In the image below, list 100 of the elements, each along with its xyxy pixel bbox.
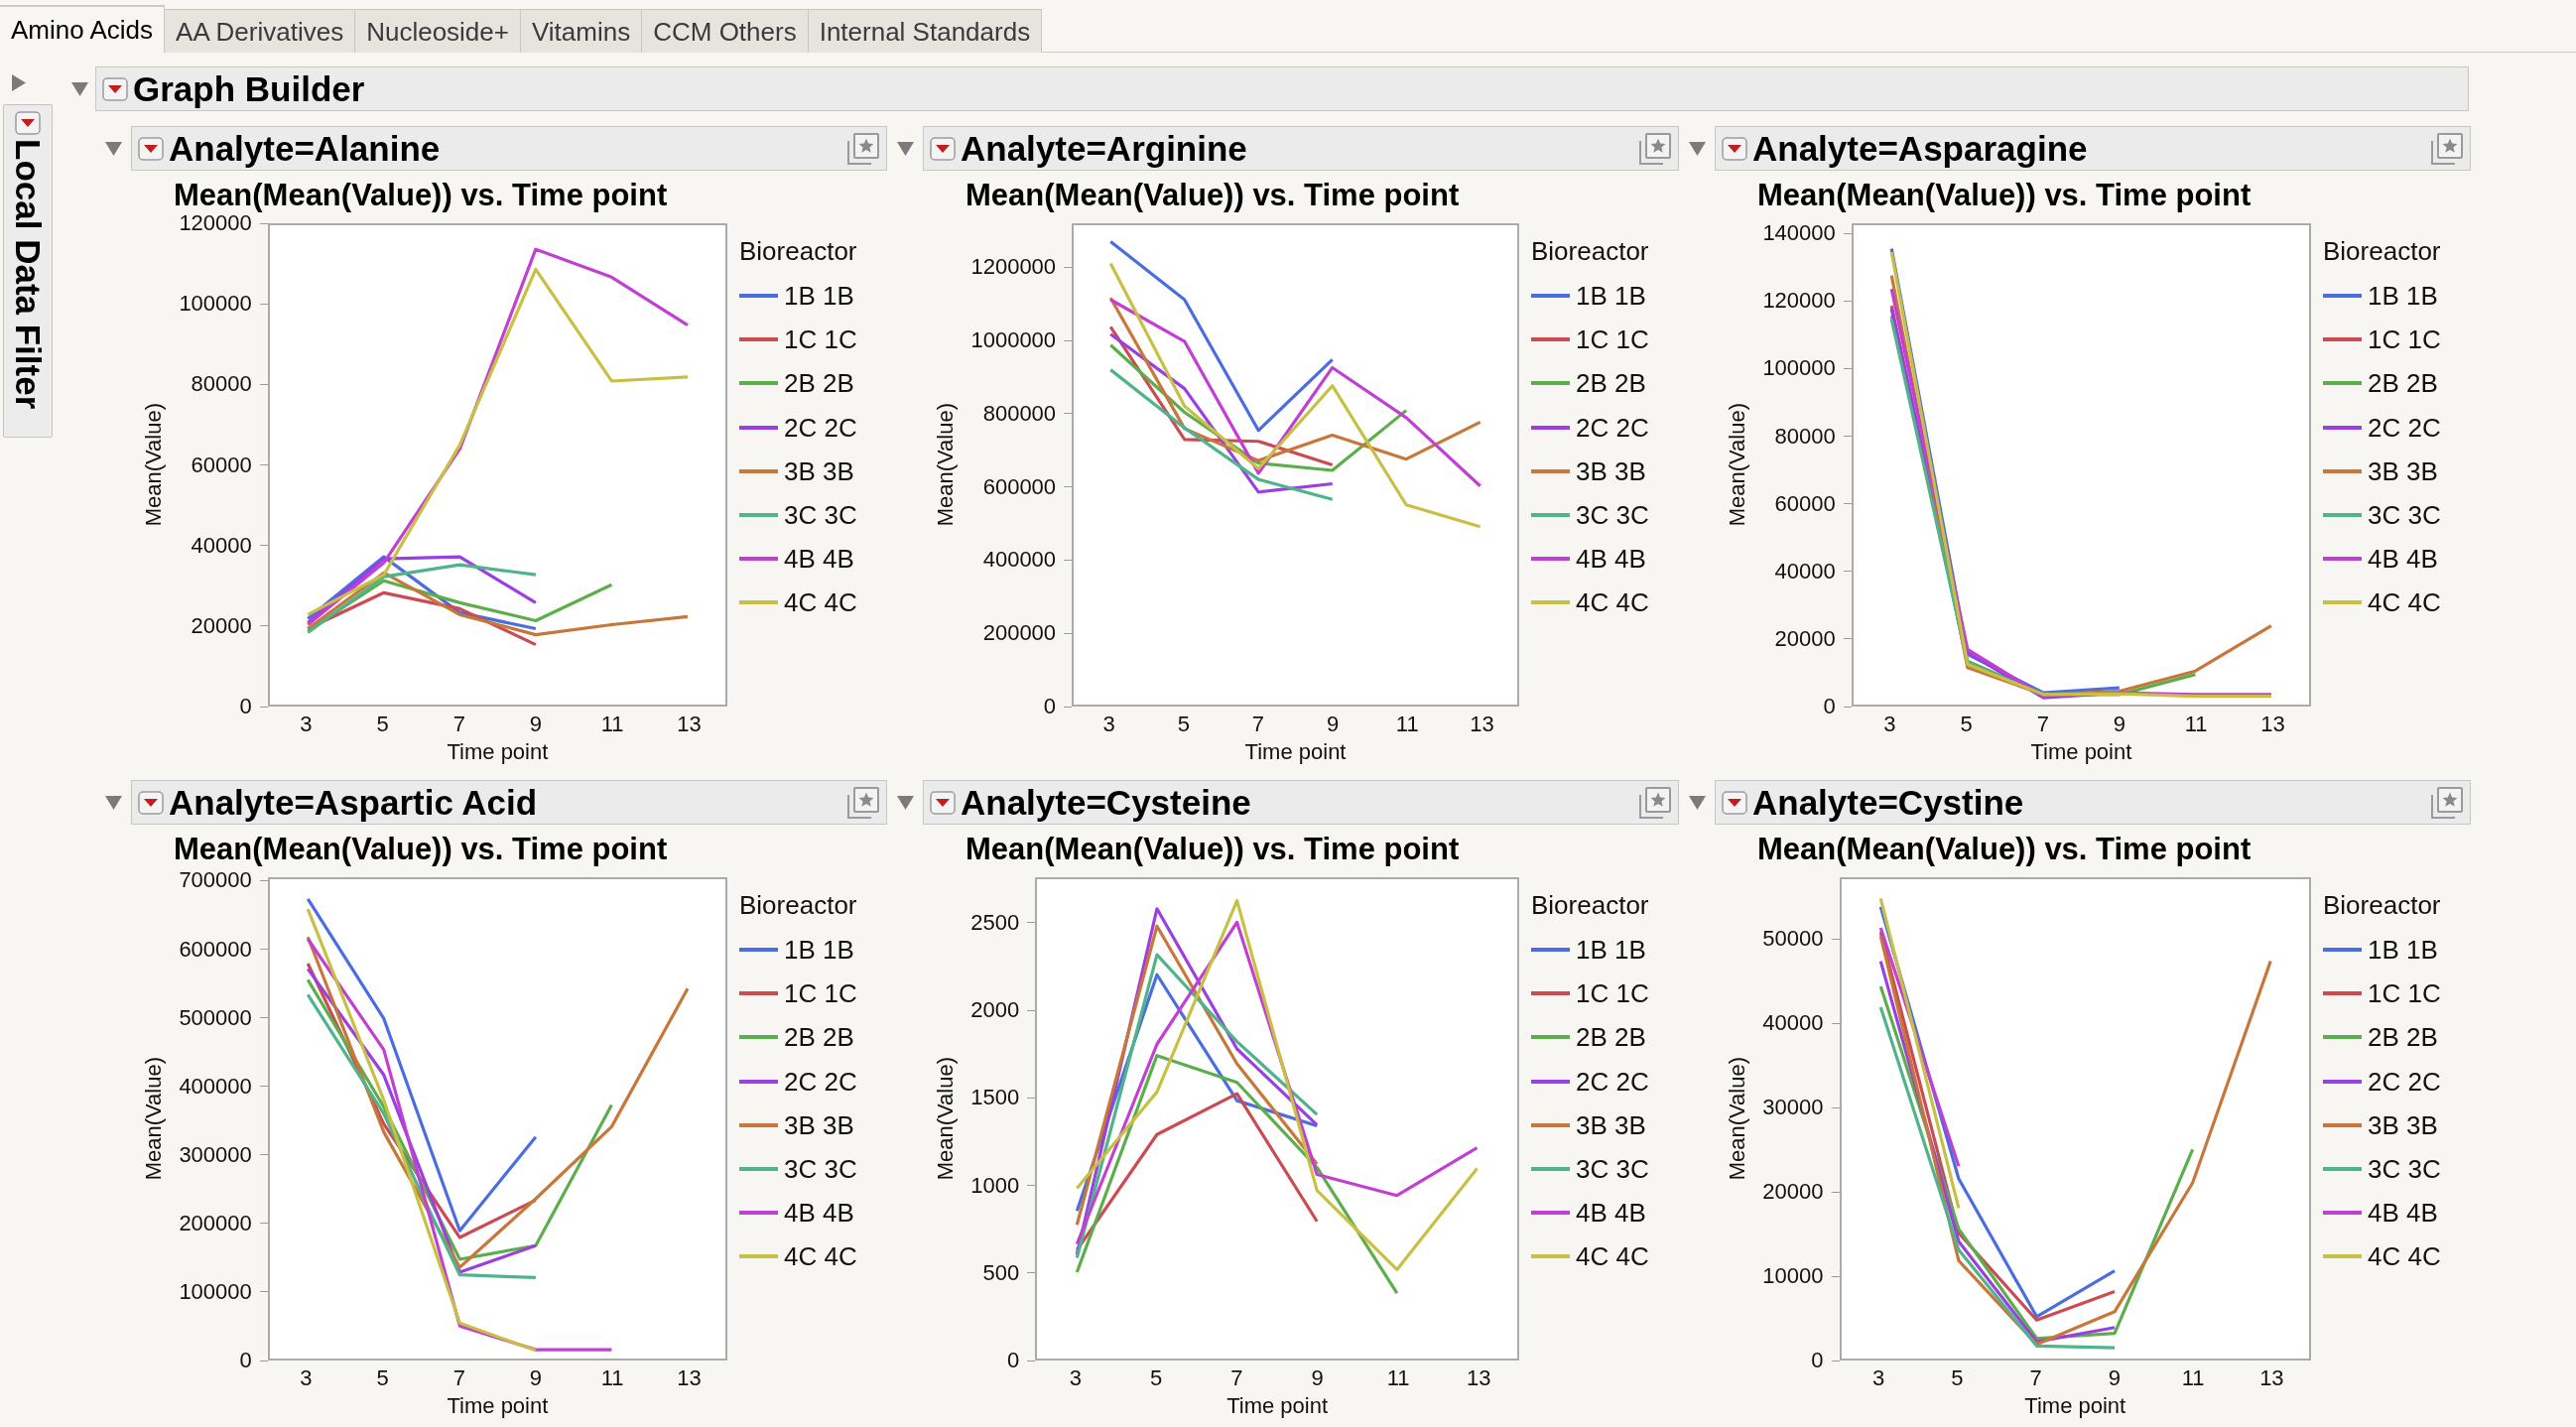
legend-label: 1B 1B xyxy=(1576,281,1646,312)
chart-title: Mean(Mean(Value)) vs. Time point xyxy=(966,180,1461,211)
x-tick-label: 3 xyxy=(1872,1365,1885,1391)
x-tick-label: 9 xyxy=(1311,1365,1324,1391)
legend-label: 3B 3B xyxy=(2368,455,2438,486)
y-tick-label: 10000 xyxy=(1762,1265,1824,1287)
legend-label: 4C 4C xyxy=(2368,1241,2441,1272)
y-tick-label: 0 xyxy=(1006,1350,1020,1371)
x-tick-label: 7 xyxy=(1230,1365,1243,1391)
legend-label: 3C 3C xyxy=(2368,500,2441,531)
y-tick-label: 20000 xyxy=(1774,627,1836,650)
x-tick-label: 3 xyxy=(1102,712,1115,737)
chart-title: Mean(Mean(Value)) vs. Time point xyxy=(1757,180,2253,211)
y-axis-title: Mean(Value) xyxy=(1727,403,1748,527)
legend-label: 3B 3B xyxy=(1576,455,1646,486)
legend-label: 1B 1B xyxy=(784,935,854,966)
y-tick-label: 40000 xyxy=(1774,560,1836,583)
x-tick-label: 13 xyxy=(1470,712,1494,737)
y-tick-label: 400000 xyxy=(179,1075,252,1098)
legend-label: 4B 4B xyxy=(2368,544,2438,575)
legend-label: 4B 4B xyxy=(1576,1198,1646,1229)
x-tick-label: 11 xyxy=(600,712,624,737)
x-axis-title: Time point xyxy=(1244,740,1347,764)
x-tick-label: 5 xyxy=(1150,1365,1163,1391)
legend-label: 2B 2B xyxy=(1576,368,1646,399)
y-tick-label: 30000 xyxy=(1762,1097,1824,1118)
legend-label: 4B 4B xyxy=(784,1198,854,1229)
x-axis-title: Time point xyxy=(447,1394,549,1418)
y-tick-label: 140000 xyxy=(1762,222,1836,245)
y-tick-label: 60000 xyxy=(191,454,252,476)
x-tick-label: 13 xyxy=(677,1365,702,1391)
chart-title: Mean(Mean(Value)) vs. Time point xyxy=(966,834,1461,865)
legend-label: 3C 3C xyxy=(1576,1154,1649,1185)
x-tick-label: 9 xyxy=(529,1365,543,1391)
x-axis-title: Time point xyxy=(2030,740,2132,764)
y-tick-label: 1000 xyxy=(970,1174,1020,1197)
legend-label: 2B 2B xyxy=(2368,368,2438,399)
x-tick-label: 3 xyxy=(300,712,313,737)
legend-label: 4C 4C xyxy=(784,1241,857,1272)
y-axis-title: Mean(Value) xyxy=(935,1057,957,1181)
legend-label: 4C 4C xyxy=(784,587,857,618)
x-tick-label: 9 xyxy=(2113,712,2126,737)
y-tick-label: 700000 xyxy=(179,869,252,892)
legend-title: Bioreactor xyxy=(1531,236,1650,266)
y-tick-label: 20000 xyxy=(1762,1181,1824,1203)
chart-title: Mean(Mean(Value)) vs. Time point xyxy=(174,180,669,211)
y-tick-label: 80000 xyxy=(1774,425,1836,448)
legend-label: 3C 3C xyxy=(784,500,857,531)
x-axis-title: Time point xyxy=(447,740,549,764)
y-tick-label: 500000 xyxy=(179,1006,252,1029)
legend-title: Bioreactor xyxy=(739,890,858,920)
x-tick-label: 5 xyxy=(1960,712,1973,737)
x-tick-label: 3 xyxy=(1069,1365,1082,1391)
y-tick-label: 40000 xyxy=(1762,1012,1824,1035)
y-tick-label: 600000 xyxy=(982,475,1057,498)
y-tick-label: 50000 xyxy=(1762,928,1824,951)
x-tick-label: 11 xyxy=(600,1365,624,1391)
x-tick-label: 7 xyxy=(452,712,465,737)
legend-label: 4C 4C xyxy=(1576,1241,1649,1272)
x-tick-label: 9 xyxy=(529,712,543,737)
y-tick-label: 300000 xyxy=(179,1143,252,1166)
legend-label: 2C 2C xyxy=(1576,1066,1649,1097)
section-title: Analyte=Aspartic Acid xyxy=(169,782,538,823)
y-axis-title: Mean(Value) xyxy=(143,1057,165,1181)
section-title: Analyte=Cysteine xyxy=(961,782,1251,823)
section-title: Analyte=Asparagine xyxy=(1752,128,2088,169)
legend-label: 4B 4B xyxy=(784,544,854,575)
x-tick-label: 13 xyxy=(677,712,702,737)
section-title: Analyte=Cystine xyxy=(1752,782,2024,823)
x-tick-label: 9 xyxy=(2108,1365,2121,1391)
x-tick-label: 11 xyxy=(1386,1365,1410,1391)
legend-title: Bioreactor xyxy=(739,236,858,266)
y-tick-label: 100000 xyxy=(1762,357,1836,380)
y-tick-label: 1000000 xyxy=(970,329,1057,352)
legend-label: 3C 3C xyxy=(1576,500,1649,531)
legend-label: 1C 1C xyxy=(2368,324,2441,355)
x-tick-label: 11 xyxy=(2184,712,2208,737)
y-tick-label: 0 xyxy=(1811,1350,1824,1371)
x-tick-label: 11 xyxy=(2181,1365,2205,1391)
y-tick-label: 600000 xyxy=(179,938,252,961)
y-tick-label: 20000 xyxy=(191,614,252,637)
x-tick-label: 3 xyxy=(300,1365,313,1391)
legend-label: 1B 1B xyxy=(784,281,854,312)
section-title: Analyte=Alanine xyxy=(169,128,441,169)
x-tick-label: 11 xyxy=(1395,712,1419,737)
legend-label: 3C 3C xyxy=(2368,1154,2441,1185)
legend-title: Bioreactor xyxy=(1531,890,1650,920)
legend-label: 2C 2C xyxy=(1576,412,1649,443)
x-tick-label: 3 xyxy=(1883,712,1896,737)
section-title: Graph Builder xyxy=(133,68,365,109)
x-tick-label: 9 xyxy=(1327,712,1340,737)
x-tick-label: 13 xyxy=(1467,1365,1491,1391)
y-tick-label: 120000 xyxy=(1762,290,1836,313)
legend-label: 3B 3B xyxy=(784,1109,854,1140)
legend-label: 1C 1C xyxy=(1576,324,1649,355)
legend-label: 1C 1C xyxy=(784,978,857,1009)
legend-label: 3C 3C xyxy=(784,1154,857,1185)
chart-title: Mean(Mean(Value)) vs. Time point xyxy=(174,834,669,865)
legend-label: 1C 1C xyxy=(1576,978,1649,1009)
legend-label: 1B 1B xyxy=(2368,935,2438,966)
